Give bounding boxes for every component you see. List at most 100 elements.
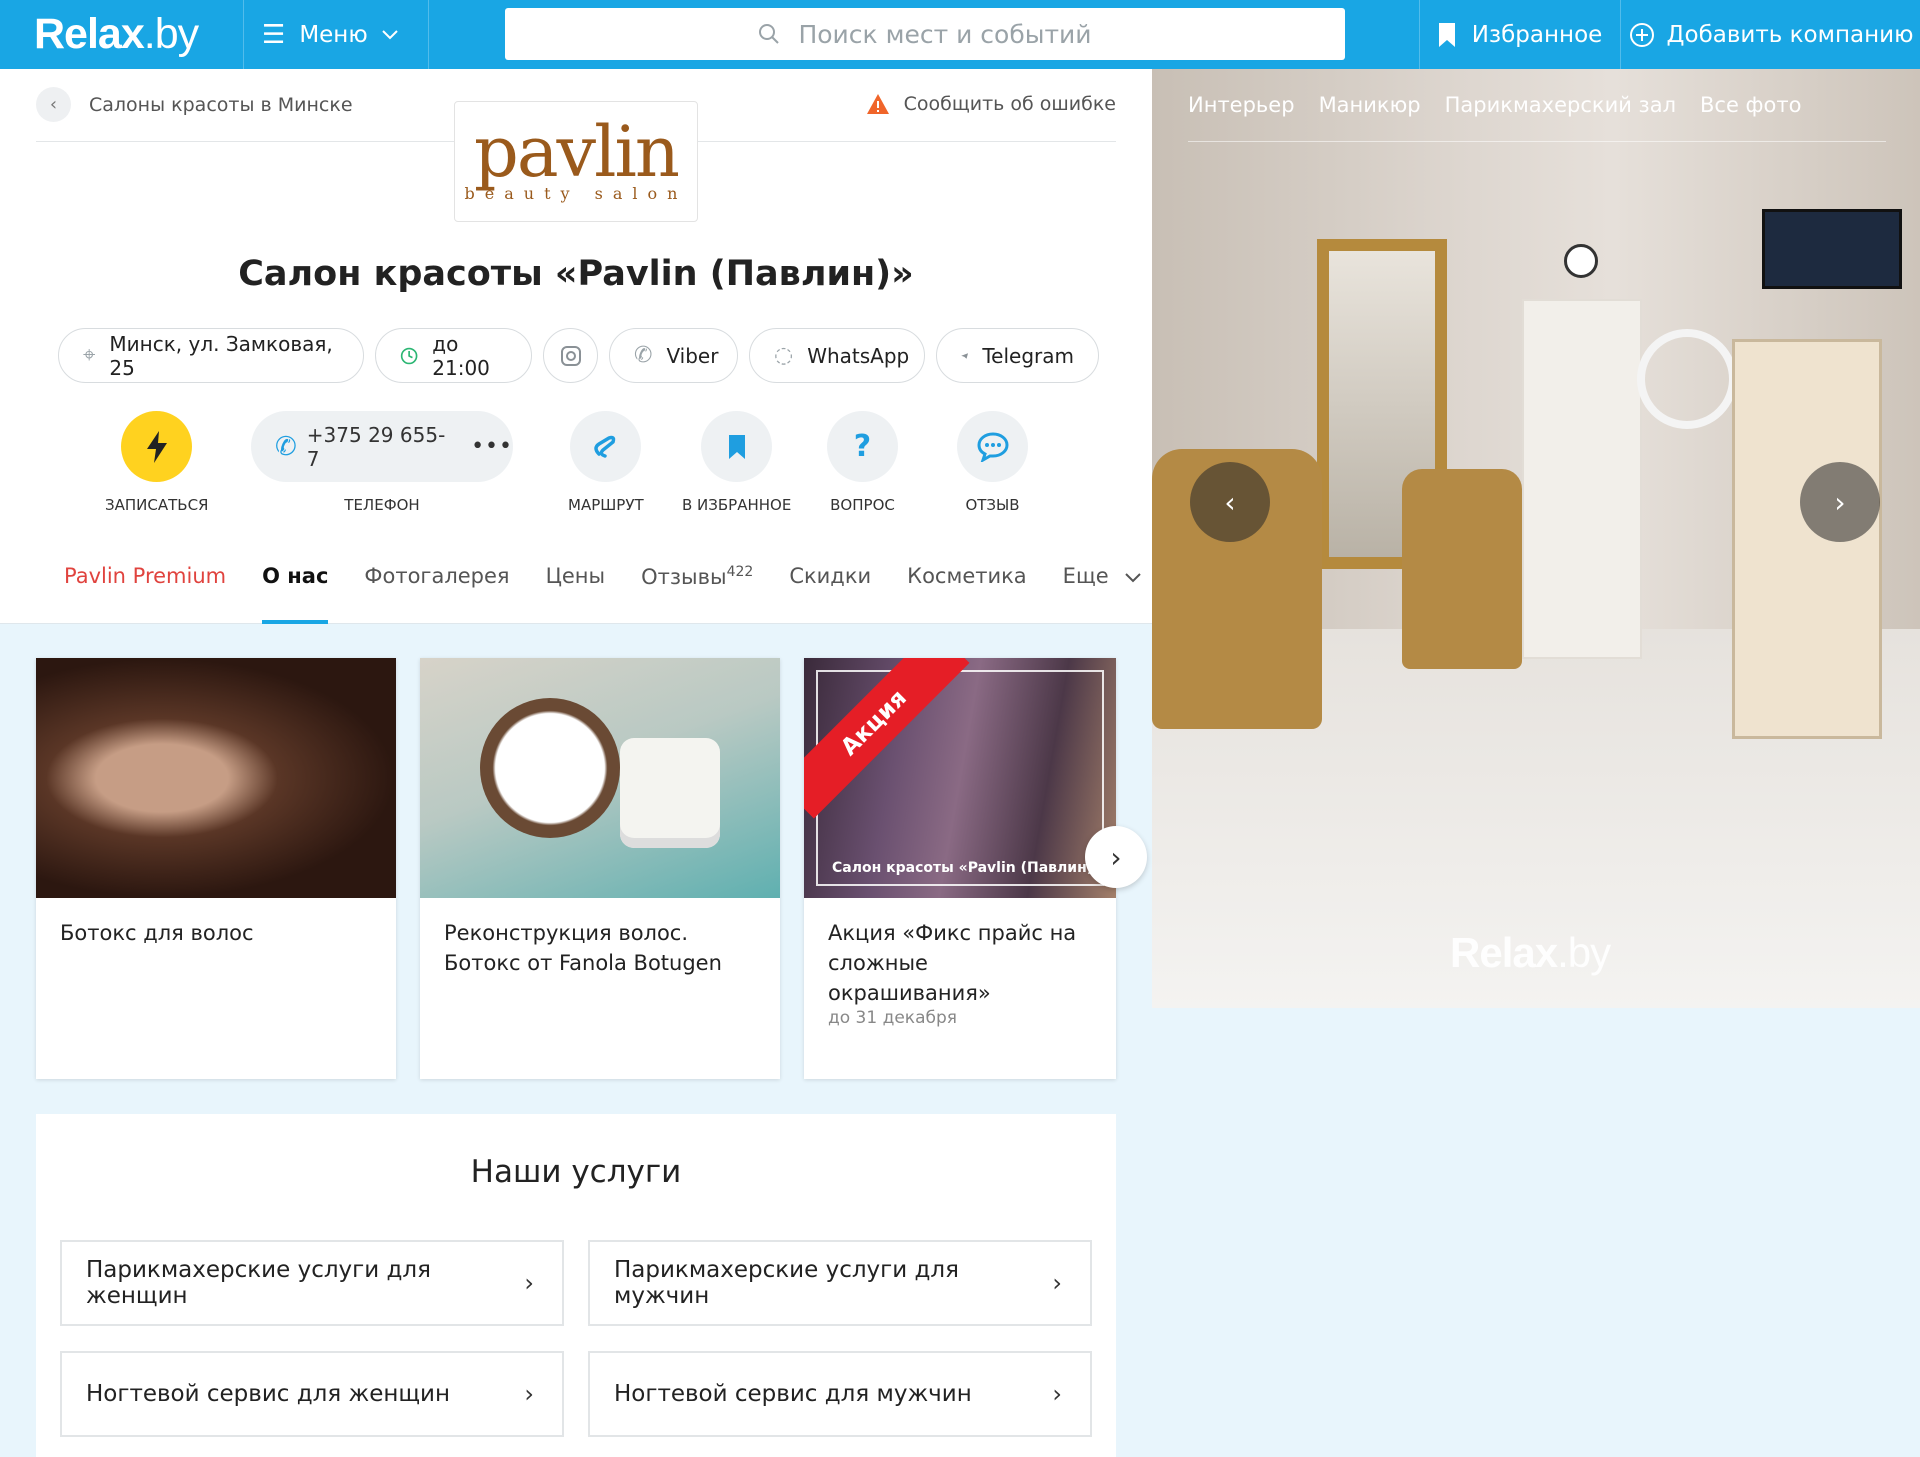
search-placeholder: Поиск мест и событий	[798, 19, 1092, 49]
breadcrumb[interactable]: ‹ Салоны красоты в Минске	[36, 87, 353, 122]
tab-gallery[interactable]: Фотогалерея	[364, 564, 509, 624]
tab-more[interactable]: Еще	[1063, 564, 1142, 624]
tab-more-label: Еще	[1062, 564, 1109, 588]
menu-button[interactable]: ☰ Меню	[244, 0, 429, 69]
hamburger-icon: ☰	[262, 19, 286, 50]
promo-image-caption: Салон красоты «Pavlin (Павлин)»	[832, 860, 1103, 876]
favorites-button[interactable]: Избранное	[1419, 0, 1621, 69]
whatsapp-text: WhatsApp	[807, 343, 910, 368]
book-label: ЗАПИСАТЬСЯ	[105, 496, 209, 514]
photo-next-button[interactable]: ›	[1800, 462, 1880, 542]
phone-number-text: +375 29 655-7	[306, 422, 446, 471]
route-label: МАРШРУТ	[568, 496, 644, 514]
back-arrow-icon[interactable]: ‹	[36, 87, 71, 122]
lightning-icon	[121, 411, 193, 482]
add-company-label: Добавить компанию	[1666, 21, 1914, 48]
watermark-text-domain: .by	[1557, 929, 1611, 976]
instagram-chip[interactable]	[543, 328, 598, 383]
photo-tab-hair-salon[interactable]: Парикмахерский зал	[1445, 93, 1676, 117]
viber-chip[interactable]: ✆ Viber	[609, 328, 738, 383]
search-input[interactable]: Поиск мест и событий	[505, 8, 1345, 60]
tab-cosmetics[interactable]: Косметика	[907, 564, 1027, 624]
service-item[interactable]: Парикмахерские услуги для женщин ›	[60, 1240, 564, 1326]
photo-tab-interior[interactable]: Интерьер	[1188, 93, 1295, 117]
carousel-next-button[interactable]: ›	[1085, 826, 1147, 888]
question-icon: ?	[827, 411, 898, 482]
map-pin-icon: ⌖	[83, 343, 96, 368]
chevron-right-icon: ›	[1052, 1380, 1062, 1408]
menu-label: Меню	[299, 21, 368, 48]
whatsapp-chip[interactable]: ◌ WhatsApp	[749, 328, 925, 383]
site-logo[interactable]: Relax .by	[0, 0, 244, 69]
add-favorite-action[interactable]: В ИЗБРАННОЕ	[682, 411, 791, 514]
add-company-button[interactable]: Добавить компанию	[1622, 0, 1920, 69]
chevron-down-icon	[382, 29, 398, 39]
chevron-right-icon: ›	[1052, 1269, 1062, 1297]
service-item[interactable]: Парикмахерские услуги для мужчин ›	[588, 1240, 1092, 1326]
photo-tab-manicure[interactable]: Маникюр	[1319, 93, 1421, 117]
company-logo-subtitle: beauty salon	[464, 183, 688, 203]
breadcrumb-link[interactable]: Салоны красоты в Минске	[89, 94, 353, 116]
more-dots-icon[interactable]: •••	[471, 434, 513, 459]
service-label: Парикмахерские услуги для мужчин	[614, 1257, 959, 1309]
promo-title: Ботокс для волос	[60, 921, 254, 945]
review-action[interactable]: ОТЗЫВ	[957, 411, 1028, 514]
bookmark-icon	[1438, 22, 1455, 47]
phone-label: ТЕЛЕФОН	[344, 496, 420, 514]
promo-image	[36, 658, 396, 898]
service-label: Ногтевой сервис для женщин	[86, 1381, 451, 1407]
promo-title: Реконструкция волос. Ботокс от Fanola Bo…	[444, 921, 722, 975]
question-label: ВОПРОС	[830, 496, 895, 514]
promo-card[interactable]: Ботокс для волос	[36, 658, 396, 1079]
instagram-icon	[560, 345, 581, 366]
photo-category-tabs: Интерьер Маникюр Парикмахерский зал Все …	[1188, 93, 1801, 117]
chat-bubble-icon	[957, 411, 1028, 482]
promo-title: Акция «Фикс прайс на сложные окрашивания…	[828, 921, 1077, 1005]
telegram-text: Telegram	[982, 343, 1074, 368]
phone-number-pill[interactable]: ✆ +375 29 655-7 •••	[251, 411, 513, 482]
promo-image	[420, 658, 780, 898]
tab-discounts[interactable]: Скидки	[789, 564, 871, 624]
review-label: ОТЗЫВ	[965, 496, 1020, 514]
chevron-down-icon	[1125, 573, 1142, 583]
chevron-right-icon: ›	[524, 1380, 534, 1408]
contact-chips: ⌖ Минск, ул. Замковая, 25 до 21:00 ✆ Vib…	[58, 328, 1099, 383]
company-logo: pavlin beauty salon	[454, 101, 698, 222]
page-title: Салон красоты «Pavlin (Павлин)»	[238, 254, 914, 294]
report-error-link[interactable]: Сообщить об ошибке	[866, 93, 1116, 115]
hours-text: до 21:00	[432, 331, 490, 380]
service-item[interactable]: Ногтевой сервис для женщин ›	[60, 1351, 564, 1437]
watermark-text: Relax	[1450, 929, 1558, 976]
report-error-label: Сообщить об ошибке	[903, 93, 1116, 115]
divider	[1188, 141, 1886, 142]
promo-card[interactable]: Реконструкция волос. Ботокс от Fanola Bo…	[420, 658, 780, 1079]
photo-tab-all[interactable]: Все фото	[1700, 93, 1801, 117]
phone-action[interactable]: ✆ +375 29 655-7 ••• ТЕЛЕФОН	[251, 411, 513, 514]
photo-prev-button[interactable]: ‹	[1190, 462, 1270, 542]
promo-card[interactable]: Акция Салон красоты «Pavlin (Павлин)» Ак…	[804, 658, 1116, 1079]
service-item[interactable]: Ногтевой сервис для мужчин ›	[588, 1351, 1092, 1437]
services-section: Наши услуги Парикмахерские услуги для же…	[36, 1114, 1116, 1457]
route-action[interactable]: МАРШРУТ	[568, 411, 644, 514]
favorites-label: Избранное	[1471, 21, 1603, 48]
hours-chip[interactable]: до 21:00	[375, 328, 532, 383]
whatsapp-icon: ◌	[774, 343, 794, 368]
book-action[interactable]: ЗАПИСАТЬСЯ	[105, 411, 208, 514]
viber-text: Viber	[666, 343, 719, 368]
section-tabs: Pavlin Premium О нас Фотогалерея Цены От…	[64, 564, 1142, 624]
clock-icon	[400, 347, 418, 364]
search-icon	[759, 24, 780, 44]
warning-icon	[866, 94, 889, 114]
photo-watermark: Relax.by	[1450, 929, 1611, 977]
tab-reviews[interactable]: Отзывы422	[641, 564, 753, 624]
tab-premium[interactable]: Pavlin Premium	[64, 564, 226, 624]
top-bar: Relax .by ☰ Меню Поиск мест и событий Изб…	[0, 0, 1920, 69]
company-header-panel: ‹ Салоны красоты в Минске Сообщить об ош…	[0, 69, 1152, 624]
telegram-icon	[961, 352, 969, 359]
question-action[interactable]: ? ВОПРОС	[827, 411, 898, 514]
tab-about[interactable]: О нас	[262, 564, 329, 624]
plus-circle-icon	[1629, 22, 1654, 47]
telegram-chip[interactable]: Telegram	[936, 328, 1099, 383]
tab-prices[interactable]: Цены	[546, 564, 606, 624]
address-chip[interactable]: ⌖ Минск, ул. Замковая, 25	[58, 328, 364, 383]
